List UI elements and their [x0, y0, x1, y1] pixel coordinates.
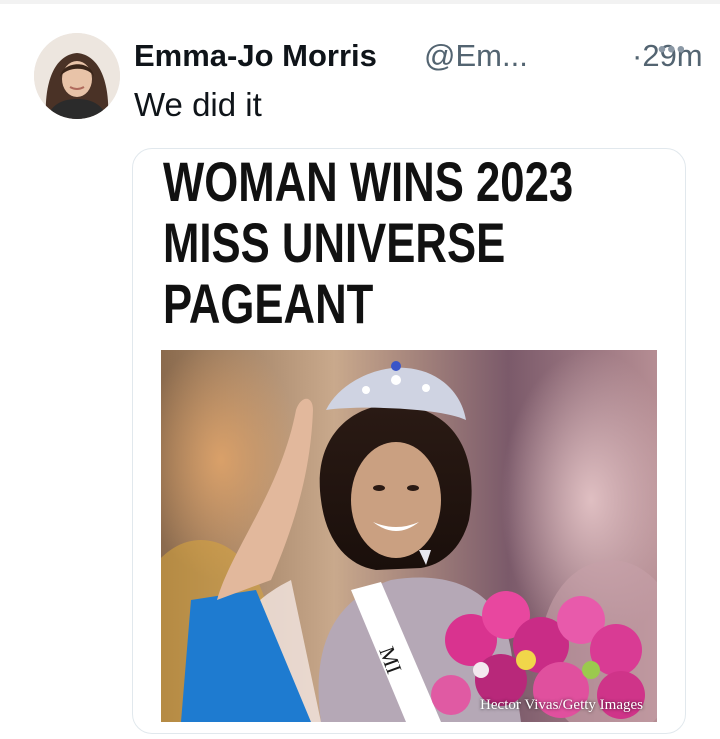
media-card[interactable]: WOMAN WINS 2023 MISS UNIVERSE PAGEANT MI… — [132, 148, 686, 734]
avatar-photo — [34, 33, 120, 119]
card-headline: WOMAN WINS 2023 MISS UNIVERSE PAGEANT — [163, 150, 574, 335]
top-divider — [0, 0, 720, 4]
author-handle[interactable]: @Em... — [424, 38, 528, 74]
headline-line-2: MISS UNIVERSE — [163, 211, 506, 274]
more-icon[interactable]: ••• — [658, 36, 686, 64]
tweet-header: Emma-Jo Morris @Em... ·29m ••• — [134, 30, 703, 78]
photo-credit: Hector Vivas/Getty Images — [480, 697, 643, 713]
headline-line-1: WOMAN WINS 2023 — [163, 150, 574, 213]
tweet-text: We did it — [134, 86, 262, 123]
time-separator: · — [632, 38, 643, 73]
card-photo[interactable]: MI Hector Vivas/Getty Images — [161, 350, 657, 722]
author-avatar[interactable] — [34, 33, 120, 119]
headline-line-3: PAGEANT — [163, 272, 374, 335]
author-name[interactable]: Emma-Jo Morris — [134, 38, 377, 74]
pageant-photo: MI — [161, 350, 657, 722]
